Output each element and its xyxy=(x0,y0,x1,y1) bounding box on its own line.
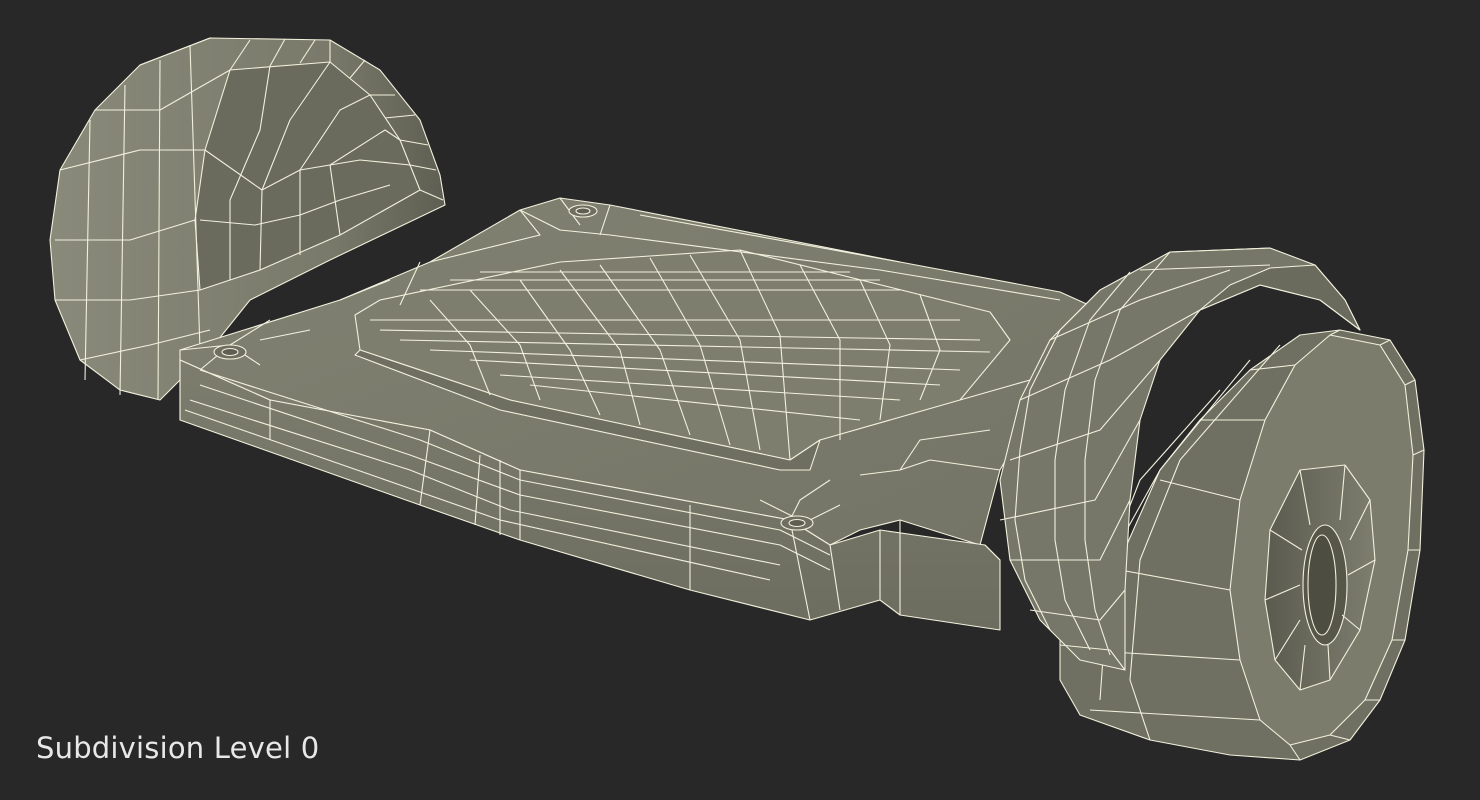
render-viewport: Subdivision Level 0 xyxy=(0,0,1480,800)
hoverboard-wireframe-model xyxy=(49,37,1425,761)
viewport-caption: Subdivision Level 0 xyxy=(36,731,320,765)
